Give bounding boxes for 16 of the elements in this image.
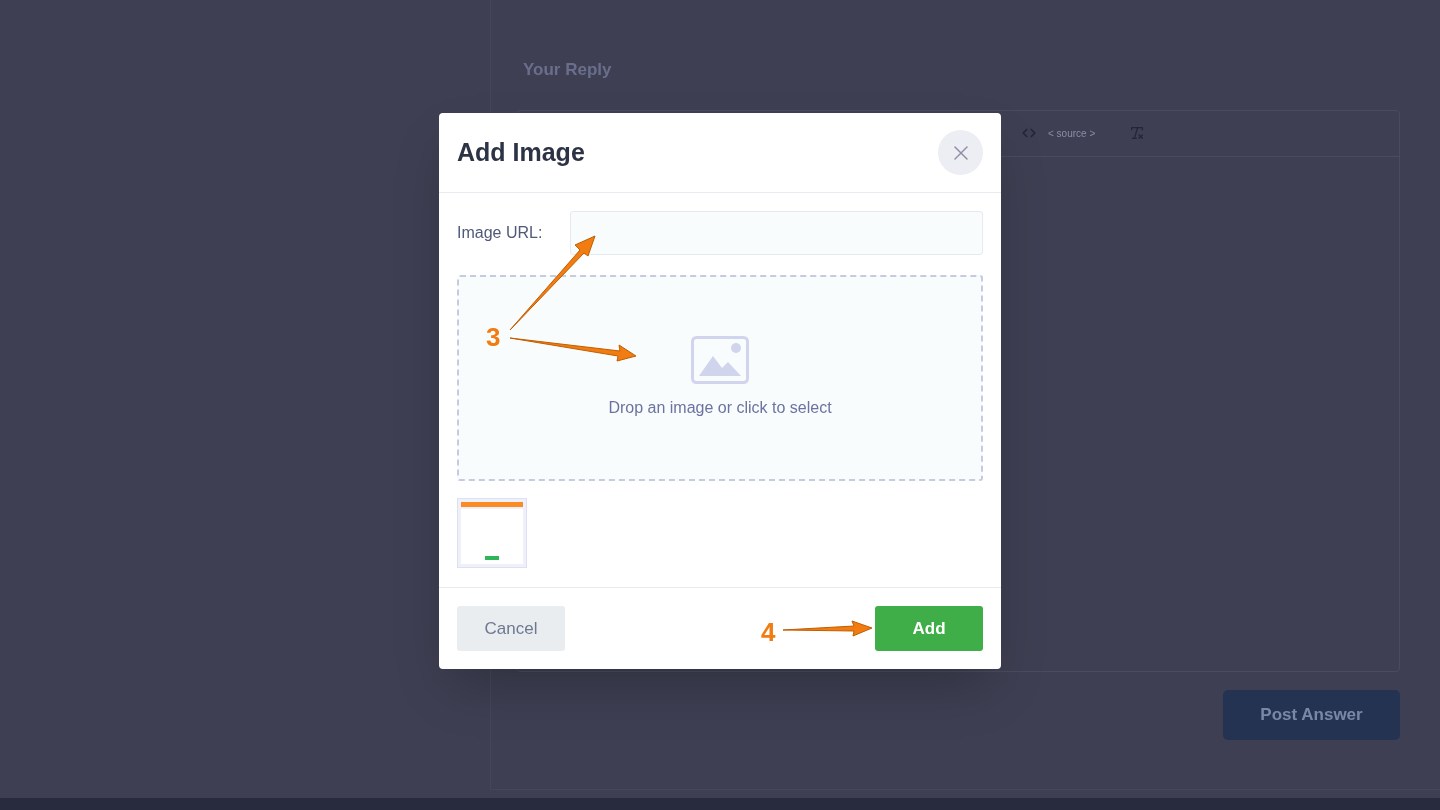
url-input-field[interactable] xyxy=(570,211,983,255)
annotation-number: 3 xyxy=(486,321,501,354)
section-heading: Your Reply xyxy=(523,59,613,81)
add-button[interactable]: Add xyxy=(875,606,983,651)
code-icon[interactable] xyxy=(1022,126,1036,140)
source-button[interactable]: < source > xyxy=(1048,125,1096,141)
clear-format-icon[interactable] xyxy=(1129,125,1146,141)
annotation-number: 4 xyxy=(761,616,776,649)
dialog-title: Add Image xyxy=(457,136,585,168)
close-button[interactable] xyxy=(938,130,983,175)
field-label: Image URL: xyxy=(457,223,543,243)
image-icon xyxy=(691,336,749,384)
cancel-button[interactable]: Cancel xyxy=(457,606,565,651)
dropzone-text: Drop an image or click to select xyxy=(608,398,832,418)
post-answer-button[interactable]: Post Answer xyxy=(1223,689,1400,740)
thumbnail-drawing[interactable] xyxy=(457,498,527,568)
